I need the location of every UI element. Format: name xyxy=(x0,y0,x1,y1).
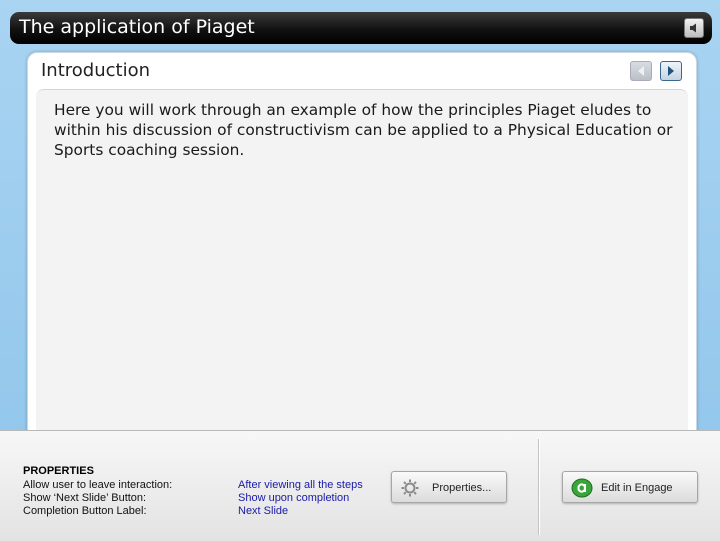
edit-in-engage-button[interactable]: Edit in Engage xyxy=(562,471,698,503)
properties-button[interactable]: Properties... xyxy=(391,471,507,503)
slide-content: Here you will work through an example of… xyxy=(36,89,688,470)
properties-button-label: Properties... xyxy=(432,482,492,494)
edit-in-engage-label: Edit in Engage xyxy=(601,482,673,494)
chevron-left-icon xyxy=(638,66,644,76)
window-title: The application of Piaget xyxy=(19,16,255,38)
properties-heading: PROPERTIES xyxy=(23,465,94,477)
title-bar: The application of Piaget xyxy=(10,12,712,44)
previous-button[interactable] xyxy=(630,61,652,81)
gear-icon xyxy=(401,479,419,497)
footer-divider xyxy=(538,439,539,535)
slide-heading: Introduction xyxy=(41,60,151,81)
property-label-leave: Allow user to leave interaction: xyxy=(23,479,173,491)
audio-button[interactable] xyxy=(684,18,704,38)
slide-panel: Introduction Here you will work through … xyxy=(27,52,697,470)
engage-logo-icon xyxy=(571,478,593,498)
property-label-completion: Completion Button Label: xyxy=(23,505,147,517)
properties-footer: PROPERTIES Allow user to leave interacti… xyxy=(0,430,720,541)
property-value-completion: Next Slide xyxy=(238,505,289,517)
chevron-right-icon xyxy=(668,66,674,76)
next-button[interactable] xyxy=(660,61,682,81)
property-value-next-button: Show upon completion xyxy=(238,492,350,504)
property-label-next-button: Show ‘Next Slide’ Button: xyxy=(23,492,147,504)
property-value-leave: After viewing all the steps xyxy=(238,479,363,491)
speaker-icon xyxy=(690,23,696,33)
slide-body-text: Here you will work through an example of… xyxy=(54,101,673,159)
